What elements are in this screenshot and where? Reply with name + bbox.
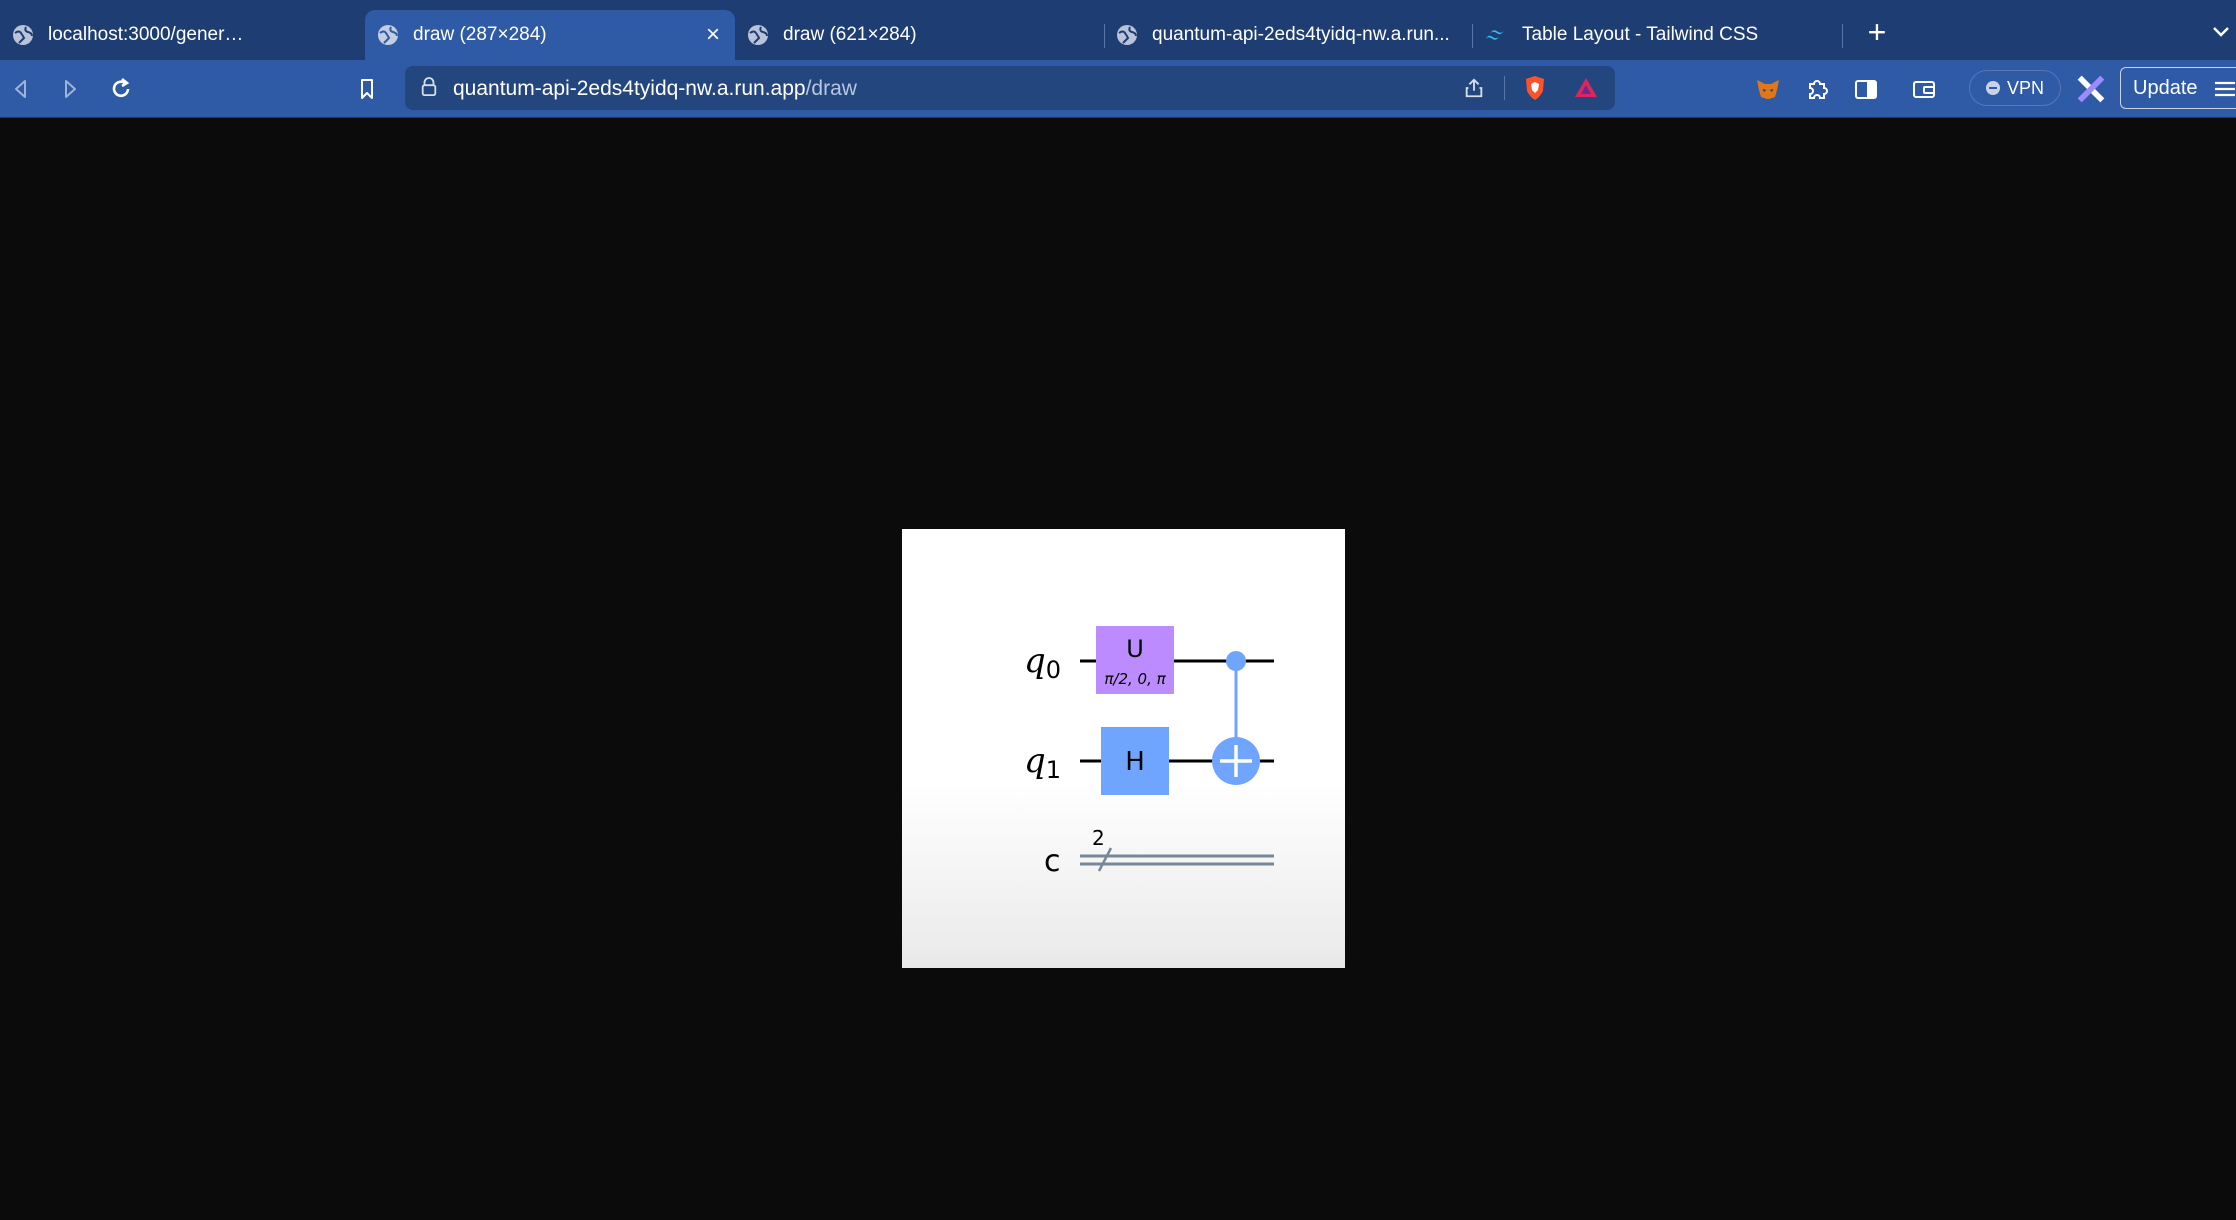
q0-label: q0 <box>1024 641 1061 684</box>
vpn-label: VPN <box>2006 77 2044 98</box>
q1-subscript: 1 <box>1046 756 1061 784</box>
u-gate-params: π/2, 0, π <box>1104 670 1166 688</box>
tab-localhost-generate-circuit[interactable]: localhost:3000/generateCircuit <box>0 10 250 60</box>
q1-symbol: q <box>1024 741 1046 781</box>
browser-toolbar: quantum-api-2eds4tyidq-nw.a.run.app/draw… <box>0 60 2236 118</box>
bookmark-icon[interactable] <box>352 74 382 104</box>
classical-bit-count: 2 <box>1092 826 1105 850</box>
url-host: quantum-api-2eds4tyidq-nw.a.run.app <box>453 77 806 100</box>
tab-draw-621x284[interactable]: draw (621×284) <box>735 10 1095 60</box>
tab-quantum-api[interactable]: quantum-api-2eds4tyidq-nw.a.run... <box>1104 10 1474 60</box>
u-gate-label: U <box>1126 635 1144 663</box>
lock-icon[interactable] <box>420 76 438 98</box>
globe-icon <box>1117 25 1137 45</box>
urlbar-separator <box>1504 76 1505 100</box>
tab-tailwind-table-layout[interactable]: Table Layout - Tailwind CSS <box>1472 10 1842 60</box>
share-icon[interactable] <box>1463 76 1485 100</box>
vpn-button[interactable]: VPN <box>1969 70 2061 106</box>
chevron-down-icon[interactable] <box>2210 20 2232 42</box>
q1-label: q1 <box>1024 741 1061 784</box>
close-tab-icon[interactable]: × <box>706 23 720 47</box>
update-label: Update <box>2133 76 2198 99</box>
q0-subscript: 0 <box>1046 656 1061 684</box>
tab-label: draw (287×284) <box>413 24 547 45</box>
globe-icon <box>378 25 398 45</box>
globe-icon <box>13 25 33 45</box>
q0-symbol: q <box>1024 641 1046 681</box>
globe-icon <box>748 25 768 45</box>
sidebar-icon[interactable] <box>1851 74 1881 104</box>
brave-rewards-icon[interactable] <box>1573 76 1599 100</box>
tab-draw-287x284[interactable]: draw (287×284) <box>365 10 735 60</box>
tab-strip: localhost:3000/generateCircuit draw (287… <box>0 0 2236 60</box>
h-gate-label: H <box>1125 747 1145 777</box>
new-tab-button[interactable]: + <box>1862 16 1892 48</box>
menu-icon <box>2215 81 2235 97</box>
wallet-icon[interactable] <box>1909 74 1939 104</box>
tab-separator <box>1842 24 1843 48</box>
circuit-diagram: 2 q0 q1 c U π/2, 0, π H <box>1024 626 1274 879</box>
back-icon[interactable] <box>6 74 36 104</box>
metamask-fox-icon[interactable] <box>1753 74 1783 104</box>
reload-icon[interactable] <box>106 74 136 104</box>
forward-icon[interactable] <box>55 74 85 104</box>
update-button[interactable]: Update <box>2120 67 2236 109</box>
cx-control-dot <box>1226 651 1246 671</box>
url-path: /draw <box>805 77 857 100</box>
tab-label: quantum-api-2eds4tyidq-nw.a.run... <box>1152 24 1450 45</box>
tab-label: draw (621×284) <box>783 24 917 45</box>
tailwind-icon <box>1485 30 1504 40</box>
extensions-puzzle-icon[interactable] <box>1802 74 1832 104</box>
url-text[interactable]: quantum-api-2eds4tyidq-nw.a.run.app/draw <box>453 77 857 101</box>
tab-label: localhost:3000/generateCircuit <box>48 24 250 45</box>
address-bar[interactable]: quantum-api-2eds4tyidq-nw.a.run.app/draw <box>405 66 1615 110</box>
vpn-status-icon <box>1985 81 2000 95</box>
brave-shields-icon[interactable] <box>1523 74 1547 102</box>
circuit-image: 2 q0 q1 c U π/2, 0, π H <box>902 529 1345 968</box>
tab-label: Table Layout - Tailwind CSS <box>1522 24 1759 45</box>
x-extension-icon[interactable] <box>2074 72 2108 106</box>
classical-bundle-slash <box>1097 847 1113 872</box>
classical-register-label: c <box>1044 844 1061 879</box>
